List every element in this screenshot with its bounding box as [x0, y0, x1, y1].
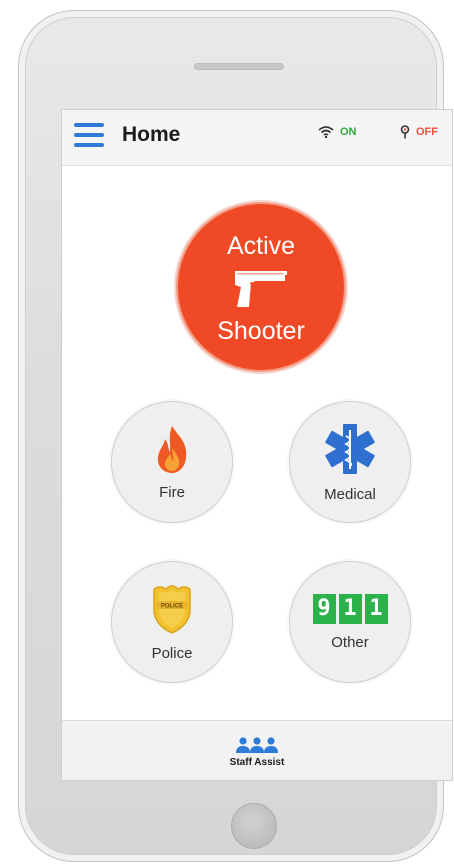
digit-1: 1 [338, 593, 362, 624]
fire-label: Fire [159, 483, 185, 501]
app-header: Home ON OFF [62, 110, 452, 166]
police-badge-text: POLICE [161, 603, 183, 609]
wifi-status: ON [340, 126, 357, 138]
fire-button[interactable]: Fire [111, 401, 233, 523]
app-screen: Home ON OFF Active Shooter Fire Medical … [61, 109, 453, 781]
medical-button[interactable]: Medical [289, 401, 411, 523]
digit-1-second: 1 [364, 593, 388, 624]
phone-home-button[interactable] [231, 803, 277, 849]
active-shooter-label-line2: Shooter [217, 317, 305, 345]
page-title: Home [122, 123, 181, 146]
staff-assist-label: Staff Assist [229, 756, 285, 768]
other-button[interactable]: 9 1 1 Other [289, 561, 411, 683]
police-label: Police [151, 644, 193, 662]
staff-group-icon [236, 736, 278, 753]
staff-assist-button[interactable]: Staff Assist [62, 720, 452, 780]
active-shooter-label-line1: Active [226, 232, 296, 260]
active-shooter-button[interactable]: Active Shooter [176, 202, 346, 372]
location-indicator: OFF [400, 125, 438, 139]
flame-icon [157, 425, 187, 473]
nine-one-one-icon: 9 1 1 [312, 593, 388, 624]
star-of-life-icon [325, 423, 375, 474]
police-badge-icon: POLICE [153, 584, 191, 634]
location-status: OFF [416, 126, 438, 138]
medical-label: Medical [324, 485, 376, 503]
digit-9: 9 [312, 593, 336, 624]
pistol-icon [235, 271, 287, 307]
location-pin-icon [400, 125, 410, 139]
police-button[interactable]: POLICE Police [111, 561, 233, 683]
other-label: Other [331, 633, 369, 651]
wifi-icon [318, 126, 334, 138]
wifi-indicator: ON [318, 126, 357, 138]
phone-speaker [194, 63, 284, 70]
phone-frame: Home ON OFF Active Shooter Fire Medical … [18, 10, 453, 862]
hamburger-menu-icon[interactable] [74, 122, 104, 148]
